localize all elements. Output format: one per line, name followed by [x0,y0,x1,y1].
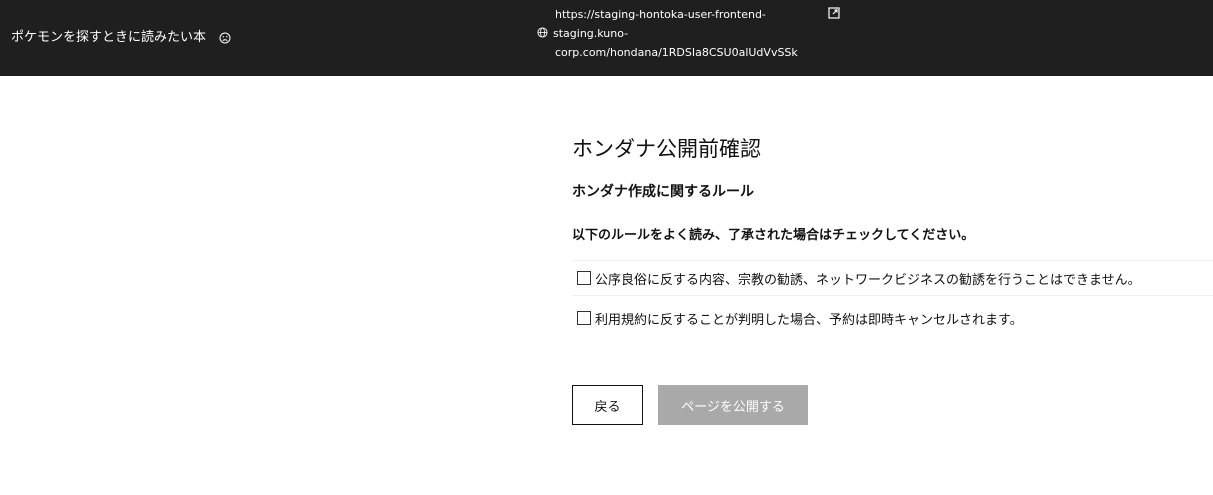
url-line-3: corp.com/hondana/1RDSIa8CSU0alUdVvSSk [555,46,798,59]
page-title: ホンダナ公開前確認 [572,137,761,161]
globe-icon [537,27,548,38]
top-bar: ポケモンを探すときに読みたい本 https://staging-hontoka-… [0,0,1213,76]
page-name: ポケモンを探すときに読みたい本 [11,29,231,47]
confirm-panel: ホンダナ公開前確認 ホンダナ作成に関するルール 以下のルールをよく読み、了承され… [572,134,1213,336]
back-button[interactable]: 戻る [572,385,643,425]
rule-checkbox-public-order[interactable] [577,271,591,285]
publish-page-button[interactable]: ページを公開する [658,385,808,425]
rule-item-public-order[interactable]: 公序良俗に反する内容、宗教の勧誘、ネットワークビジネスの勧誘を行うことはできませ… [572,260,1213,296]
frown-face-icon [219,32,231,44]
rule-item-terms[interactable]: 利用規約に反することが判明した場合、予約は即時キャンセルされます。 [572,300,1213,336]
url-line-2-text: staging.kuno- [553,27,629,40]
rule-label-terms: 利用規約に反することが判明した場合、予約は即時キャンセルされます。 [595,312,1023,328]
rule-label-public-order: 公序良俗に反する内容、宗教の勧誘、ネットワークビジネスの勧誘を行うことはできませ… [595,272,1141,288]
rules-instruction: 以下のルールをよく読み、了承された場合はチェックしてください。 [572,228,975,243]
rule-checkbox-terms[interactable] [577,311,591,325]
rule-list: 公序良俗に反する内容、宗教の勧誘、ネットワークビジネスの勧誘を行うことはできませ… [572,260,1213,336]
url-line-1: https://staging-hontoka-user-frontend- [555,8,766,21]
action-buttons: 戻る ページを公開する [572,385,808,425]
url-line-2: staging.kuno- [537,24,827,43]
rules-heading: ホンダナ作成に関するルール [572,184,754,200]
page-name-text: ポケモンを探すときに読みたい本 [11,30,207,45]
external-link-icon[interactable] [828,7,840,19]
page-url[interactable]: https://staging-hontoka-user-frontend- s… [537,5,827,62]
